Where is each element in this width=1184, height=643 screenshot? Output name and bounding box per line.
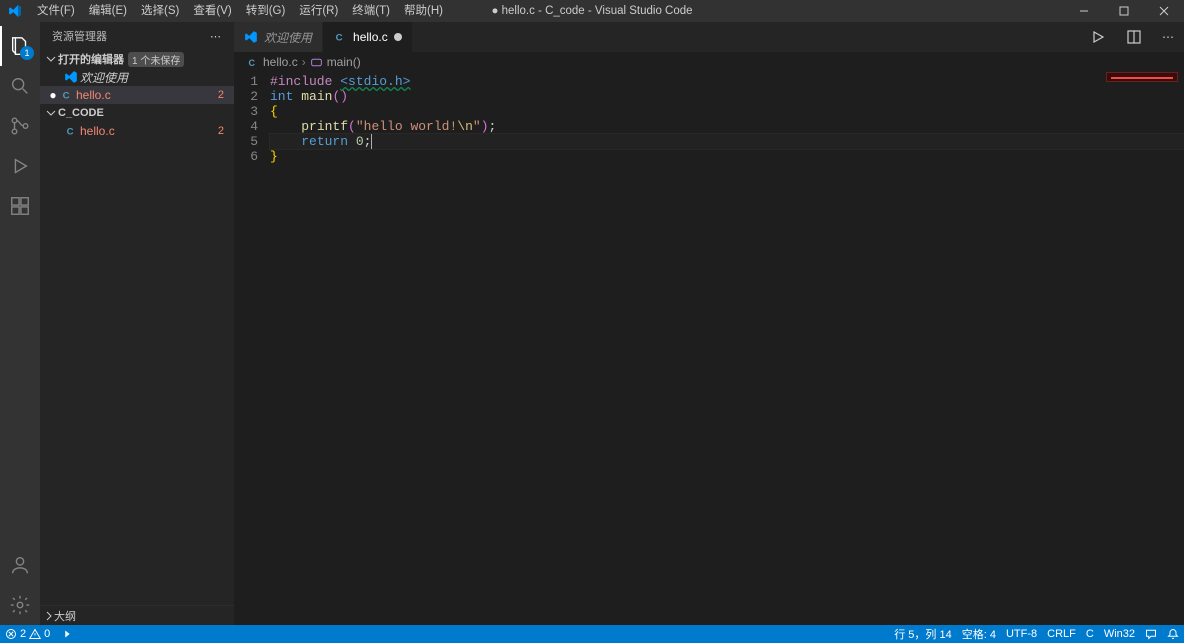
open-editor-welcome[interactable]: 欢迎使用 [40, 68, 234, 86]
vscode-icon [244, 30, 258, 44]
chevron-down-icon [44, 108, 58, 118]
warning-count: 0 [44, 628, 50, 640]
close-button[interactable] [1144, 0, 1184, 22]
status-lncol[interactable]: 行 5，列 14 [889, 625, 956, 643]
status-errors[interactable]: 2 0 [0, 625, 55, 643]
activity-explorer[interactable]: 1 [0, 26, 40, 66]
open-editors-label: 打开的编辑器 [58, 51, 124, 67]
more-actions-button[interactable]: ⋯ [1158, 26, 1178, 48]
activity-account[interactable] [0, 545, 40, 585]
c-file-icon: C [58, 88, 76, 102]
status-eol[interactable]: CRLF [1042, 625, 1081, 643]
menu-terminal[interactable]: 终端(T) [345, 0, 397, 22]
menu-goto[interactable]: 转到(G) [239, 0, 293, 22]
sidebar-title: 资源管理器 [52, 28, 107, 44]
activity-search[interactable] [0, 66, 40, 106]
sidebar-header: 资源管理器 ⋯ [40, 22, 234, 50]
minimize-button[interactable] [1064, 0, 1104, 22]
window-controls [1064, 0, 1184, 22]
vscode-logo-icon [0, 4, 30, 18]
chevron-right-icon [44, 611, 54, 621]
title-bar: 文件(F) 编辑(E) 选择(S) 查看(V) 转到(G) 运行(R) 终端(T… [0, 0, 1184, 22]
status-spaces[interactable]: 空格: 4 [957, 625, 1001, 643]
maximize-button[interactable] [1104, 0, 1144, 22]
file-label: hello.c [80, 124, 218, 138]
unsaved-badge: 1 个未保存 [128, 52, 184, 67]
status-bell[interactable] [1162, 625, 1184, 643]
sidebar: 资源管理器 ⋯ 打开的编辑器 1 个未保存 欢迎使用 ● C hello.c 2 [40, 22, 234, 625]
code-lines[interactable]: #include <stdio.h>int main(){ printf("he… [270, 72, 1184, 625]
tab-helloc[interactable]: C hello.c [323, 22, 413, 52]
menu-file[interactable]: 文件(F) [30, 0, 82, 22]
chevron-down-icon [44, 54, 58, 64]
error-count: 2 [20, 628, 26, 640]
menu-help[interactable]: 帮助(H) [397, 0, 450, 22]
explorer-badge: 1 [20, 46, 34, 60]
open-editor-helloc[interactable]: ● C hello.c 2 [40, 86, 234, 104]
activity-scm[interactable] [0, 106, 40, 146]
tab-welcome[interactable]: 欢迎使用 [234, 22, 323, 52]
folder-label: C_CODE [58, 107, 104, 119]
menu-select[interactable]: 选择(S) [134, 0, 186, 22]
menu-edit[interactable]: 编辑(E) [82, 0, 134, 22]
svg-text:C: C [336, 33, 343, 44]
sidebar-more-icon[interactable]: ⋯ [210, 30, 222, 43]
folder-file-helloc[interactable]: C hello.c 2 [40, 122, 234, 140]
svg-text:C: C [248, 57, 255, 67]
menu-view[interactable]: 查看(V) [186, 0, 238, 22]
open-editor-label: 欢迎使用 [80, 69, 234, 86]
editor-area: 欢迎使用 C hello.c ⋯ C [234, 22, 1184, 625]
minimap-error-marker [1111, 77, 1173, 79]
activity-settings[interactable] [0, 585, 40, 625]
symbol-icon [310, 56, 323, 69]
status-platform[interactable]: Win32 [1099, 625, 1140, 643]
c-file-icon: C [62, 124, 80, 138]
activity-debug[interactable] [0, 146, 40, 186]
minimap[interactable] [1106, 72, 1178, 82]
split-editor-button[interactable] [1122, 25, 1146, 49]
menu-run[interactable]: 运行(R) [292, 0, 345, 22]
error-count: 2 [218, 125, 224, 137]
code-editor[interactable]: 123456 #include <stdio.h>int main(){ pri… [234, 72, 1184, 625]
run-button[interactable] [1086, 25, 1110, 49]
status-live-share[interactable] [55, 625, 79, 643]
open-editor-label: hello.c [76, 88, 218, 102]
vscode-icon [62, 70, 80, 84]
status-bar: 2 0 行 5，列 14 空格: 4 UTF-8 CRLF C Win32 [0, 625, 1184, 643]
tab-label: 欢迎使用 [264, 29, 312, 46]
breadcrumb[interactable]: C hello.c › main() [234, 52, 1184, 72]
tab-label: hello.c [353, 30, 388, 44]
outline-header[interactable]: 大纲 [40, 605, 234, 625]
breadcrumb-symbol[interactable]: main() [327, 55, 361, 69]
svg-text:C: C [63, 91, 70, 102]
gutter: 123456 [234, 72, 270, 625]
activity-extensions[interactable] [0, 186, 40, 226]
editor-tabs: 欢迎使用 C hello.c ⋯ [234, 22, 1184, 52]
svg-text:C: C [67, 127, 74, 138]
status-feedback[interactable] [1140, 625, 1162, 643]
tab-actions: ⋯ [1086, 22, 1184, 52]
outline-label: 大纲 [54, 608, 76, 624]
status-language[interactable]: C [1081, 625, 1099, 643]
window-title: ● hello.c - C_code - Visual Studio Code [491, 5, 692, 17]
status-encoding[interactable]: UTF-8 [1001, 625, 1042, 643]
breadcrumb-file[interactable]: hello.c [263, 55, 298, 69]
folder-header[interactable]: C_CODE [40, 104, 234, 122]
breadcrumb-separator: › [302, 55, 306, 69]
c-file-icon: C [333, 30, 347, 44]
activity-bar: 1 [0, 22, 40, 625]
menu-bar: 文件(F) 编辑(E) 选择(S) 查看(V) 转到(G) 运行(R) 终端(T… [30, 0, 450, 22]
dirty-dot-icon [394, 33, 402, 41]
c-file-icon: C [246, 56, 259, 69]
open-editors-header[interactable]: 打开的编辑器 1 个未保存 [40, 50, 234, 68]
dirty-dot-icon: ● [48, 88, 58, 102]
error-count: 2 [218, 89, 224, 101]
